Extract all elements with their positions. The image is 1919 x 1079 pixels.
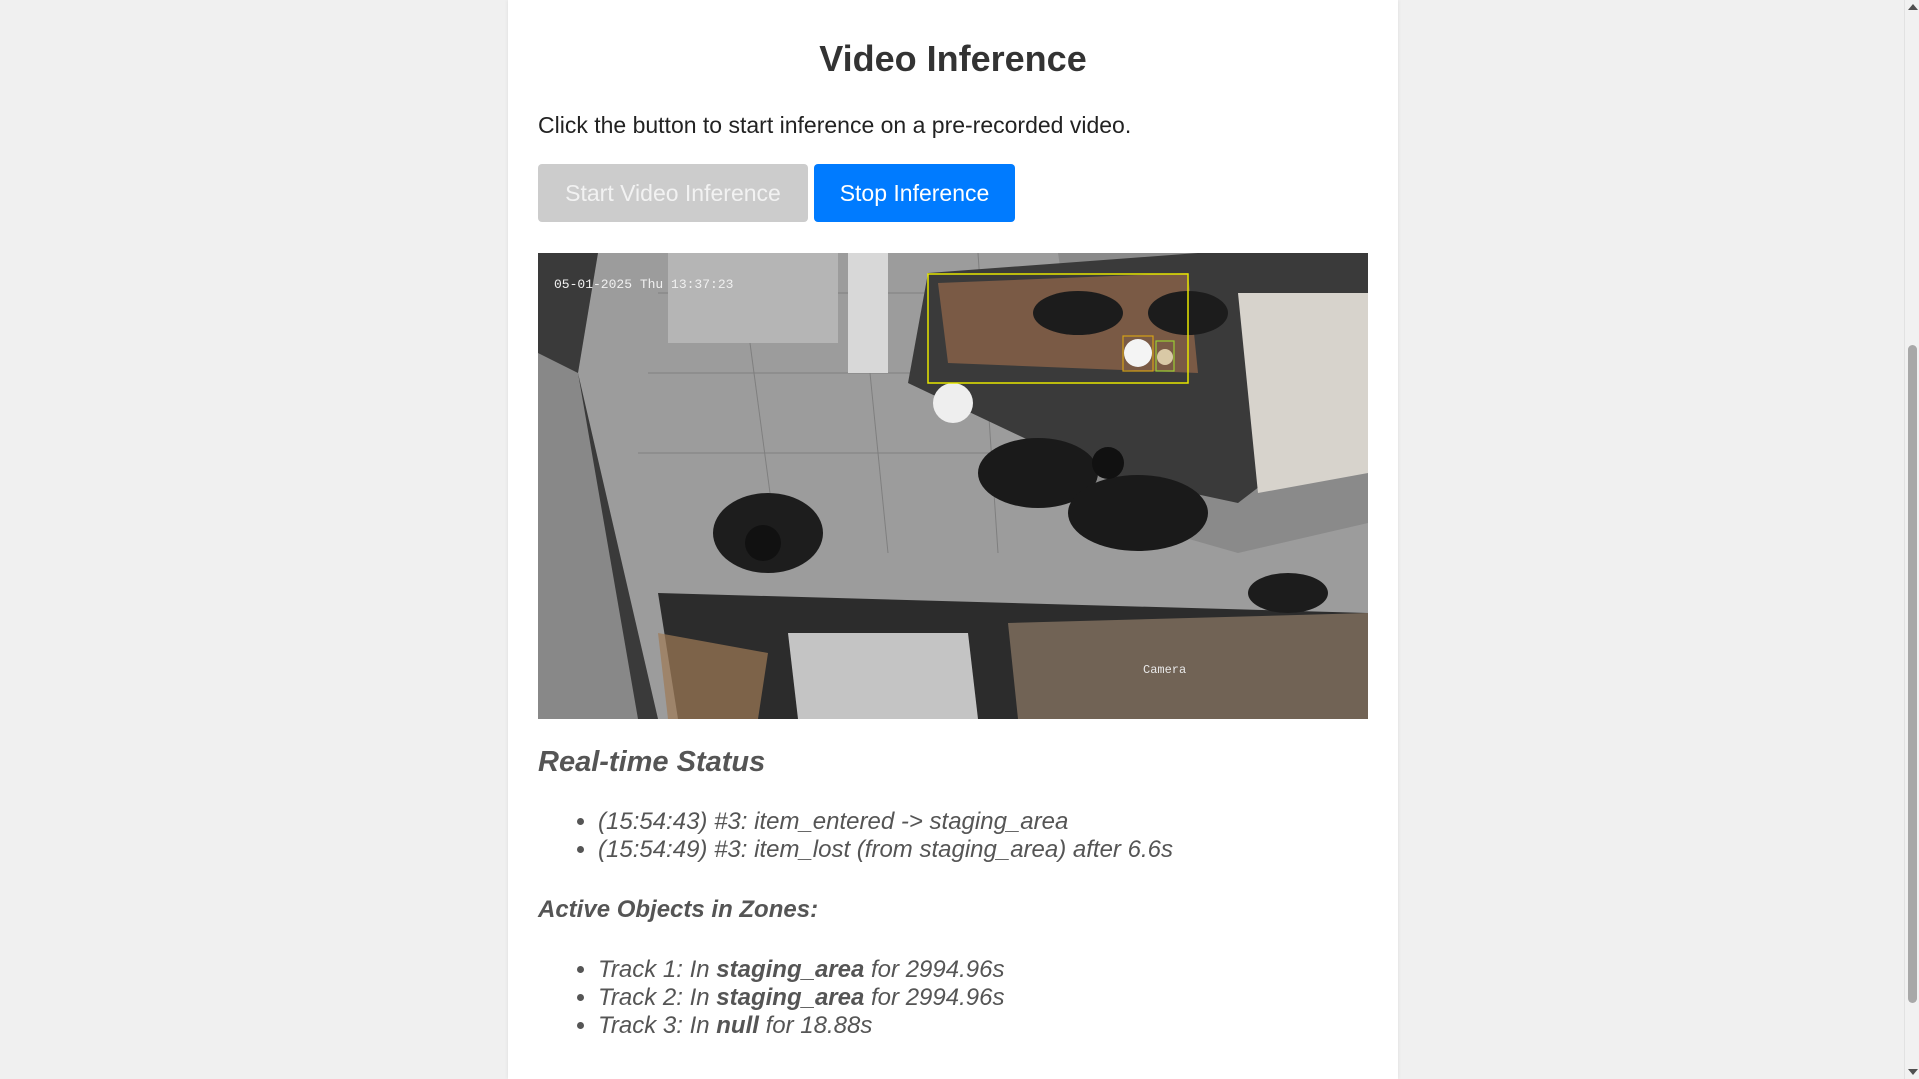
realtime-status-title: Real-time Status (538, 746, 766, 778)
stop-inference-button[interactable]: Stop Inference (814, 164, 1015, 222)
active-objects-list: Track 1: In staging_area for 2994.96s Tr… (568, 956, 1004, 1040)
scroll-down-icon[interactable] (1908, 1069, 1918, 1075)
track-zone: null (716, 1012, 759, 1039)
video-frame: 05-01-2025 Thu 13:37:23 Camera (538, 253, 1368, 719)
event-log-item: (15:54:49) #3: item_lost (from staging_a… (598, 836, 1173, 864)
intro-text: Click the button to start inference on a… (538, 112, 1132, 138)
track-zone: staging_area (716, 984, 865, 1011)
event-log-list: (15:54:43) #3: item_entered -> staging_a… (568, 808, 1173, 864)
video-camera-label: Camera (1143, 663, 1186, 677)
page-title: Video Inference (819, 38, 1087, 79)
video-timestamp: 05-01-2025 Thu 13:37:23 (554, 277, 733, 292)
scroll-up-icon[interactable] (1908, 4, 1918, 10)
track-item: Track 2: In staging_area for 2994.96s (598, 984, 1004, 1012)
active-objects-title: Active Objects in Zones: (538, 896, 819, 923)
video-frame-graphic: 05-01-2025 Thu 13:37:23 Camera (538, 253, 1368, 719)
track-item: Track 3: In null for 18.88s (598, 1012, 1004, 1040)
scrollbar-thumb[interactable] (1908, 345, 1917, 1003)
track-zone: staging_area (716, 956, 865, 983)
content-card: Video Inference Click the button to star… (508, 0, 1398, 1079)
event-log-item: (15:54:43) #3: item_entered -> staging_a… (598, 808, 1173, 836)
track-item: Track 1: In staging_area for 2994.96s (598, 956, 1004, 984)
start-video-inference-button[interactable]: Start Video Inference (538, 164, 808, 222)
page-scrollbar[interactable] (1904, 0, 1919, 1079)
page: Video Inference Click the button to star… (0, 0, 1919, 1079)
